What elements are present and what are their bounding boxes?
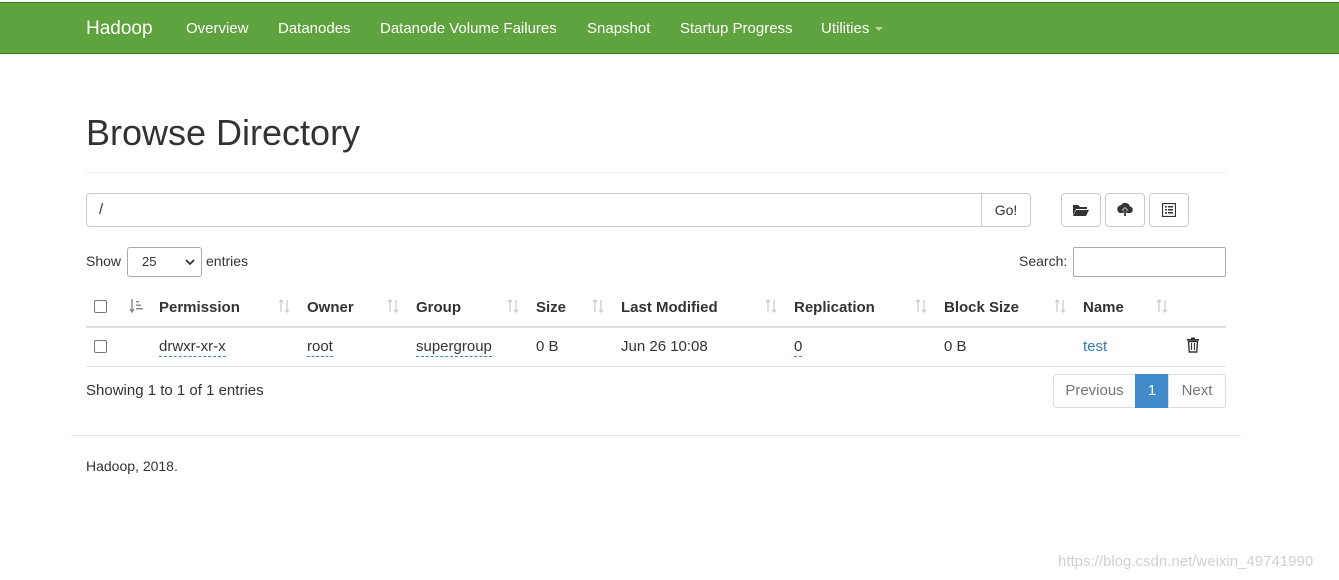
- pagination-previous[interactable]: Previous: [1053, 374, 1136, 408]
- nav-startup-progress[interactable]: Startup Progress: [680, 20, 793, 37]
- pagination-next[interactable]: Next: [1168, 374, 1226, 408]
- column-header-permission[interactable]: Permission: [159, 299, 240, 316]
- column-header-block-size[interactable]: Block Size: [944, 299, 1019, 316]
- list-alt-icon: [1162, 203, 1176, 217]
- column-header-replication[interactable]: Replication: [794, 299, 875, 316]
- footer-text: Hadoop, 2018.: [86, 458, 178, 474]
- cell-owner[interactable]: root: [307, 338, 333, 357]
- column-header-name[interactable]: Name: [1083, 299, 1124, 316]
- entries-label: entries: [206, 253, 249, 269]
- column-header-size[interactable]: Size: [536, 299, 566, 316]
- pagination-page-1[interactable]: 1: [1135, 374, 1169, 408]
- show-label: Show: [86, 253, 122, 269]
- sort-both-icon[interactable]: [506, 298, 520, 314]
- column-header-last-modified[interactable]: Last Modified: [621, 299, 718, 316]
- entries-per-page-select[interactable]: 25: [127, 247, 202, 277]
- select-all-checkbox[interactable]: [94, 300, 107, 313]
- page-title: Browse Directory: [86, 112, 361, 153]
- nav-overview[interactable]: Overview: [186, 20, 249, 37]
- view-list-button[interactable]: [1149, 193, 1189, 227]
- column-header-owner[interactable]: Owner: [307, 299, 354, 316]
- folder-open-icon: [1073, 205, 1089, 216]
- entries-select-value: 25: [142, 254, 157, 269]
- table-info: Showing 1 to 1 of 1 entries: [86, 382, 264, 399]
- cell-name-link[interactable]: test: [1083, 338, 1107, 355]
- sort-both-icon[interactable]: [591, 298, 605, 314]
- nav-datanodes[interactable]: Datanodes: [278, 20, 351, 37]
- sort-both-icon[interactable]: [386, 298, 400, 314]
- cell-replication[interactable]: 0: [794, 338, 803, 357]
- column-header-group[interactable]: Group: [416, 299, 461, 316]
- nav-utilities-label: Utilities: [821, 20, 870, 37]
- sort-ascending-icon[interactable]: [129, 298, 145, 314]
- search-label: Search:: [1019, 253, 1068, 269]
- cell-group[interactable]: supergroup: [416, 338, 492, 357]
- watermark: https://blog.csdn.net/weixin_49741990: [1058, 553, 1314, 570]
- row-checkbox[interactable]: [94, 340, 107, 353]
- go-button[interactable]: Go!: [981, 193, 1031, 227]
- nav-snapshot[interactable]: Snapshot: [587, 20, 650, 37]
- chevron-down-icon: [185, 259, 195, 266]
- title-divider: [86, 172, 1226, 173]
- table-header-divider: [86, 326, 1226, 328]
- nav-datanode-volume-failures[interactable]: Datanode Volume Failures: [380, 20, 557, 37]
- top-navbar: Hadoop Overview Datanodes Datanode Volum…: [0, 2, 1339, 54]
- footer-divider: [71, 435, 1241, 436]
- nav-utilities-dropdown[interactable]: Utilities: [821, 20, 884, 37]
- cell-last-modified: Jun 26 10:08: [621, 338, 708, 355]
- caret-down-icon: [875, 27, 884, 32]
- cell-block-size: 0 B: [944, 338, 967, 355]
- sort-both-icon[interactable]: [914, 298, 928, 314]
- upload-button[interactable]: [1105, 193, 1145, 227]
- trash-icon[interactable]: [1186, 337, 1200, 353]
- sort-both-icon[interactable]: [1053, 298, 1067, 314]
- create-directory-button[interactable]: [1061, 193, 1101, 227]
- cell-size: 0 B: [536, 338, 559, 355]
- directory-path-input[interactable]: /: [86, 193, 982, 227]
- sort-both-icon[interactable]: [1155, 298, 1169, 314]
- table-row-divider: [86, 366, 1226, 367]
- sort-both-icon[interactable]: [277, 298, 291, 314]
- brand-link[interactable]: Hadoop: [86, 18, 153, 40]
- cell-permission[interactable]: drwxr-xr-x: [159, 338, 226, 357]
- search-input[interactable]: [1073, 247, 1226, 277]
- cloud-upload-icon: [1117, 202, 1133, 216]
- sort-both-icon[interactable]: [764, 298, 778, 314]
